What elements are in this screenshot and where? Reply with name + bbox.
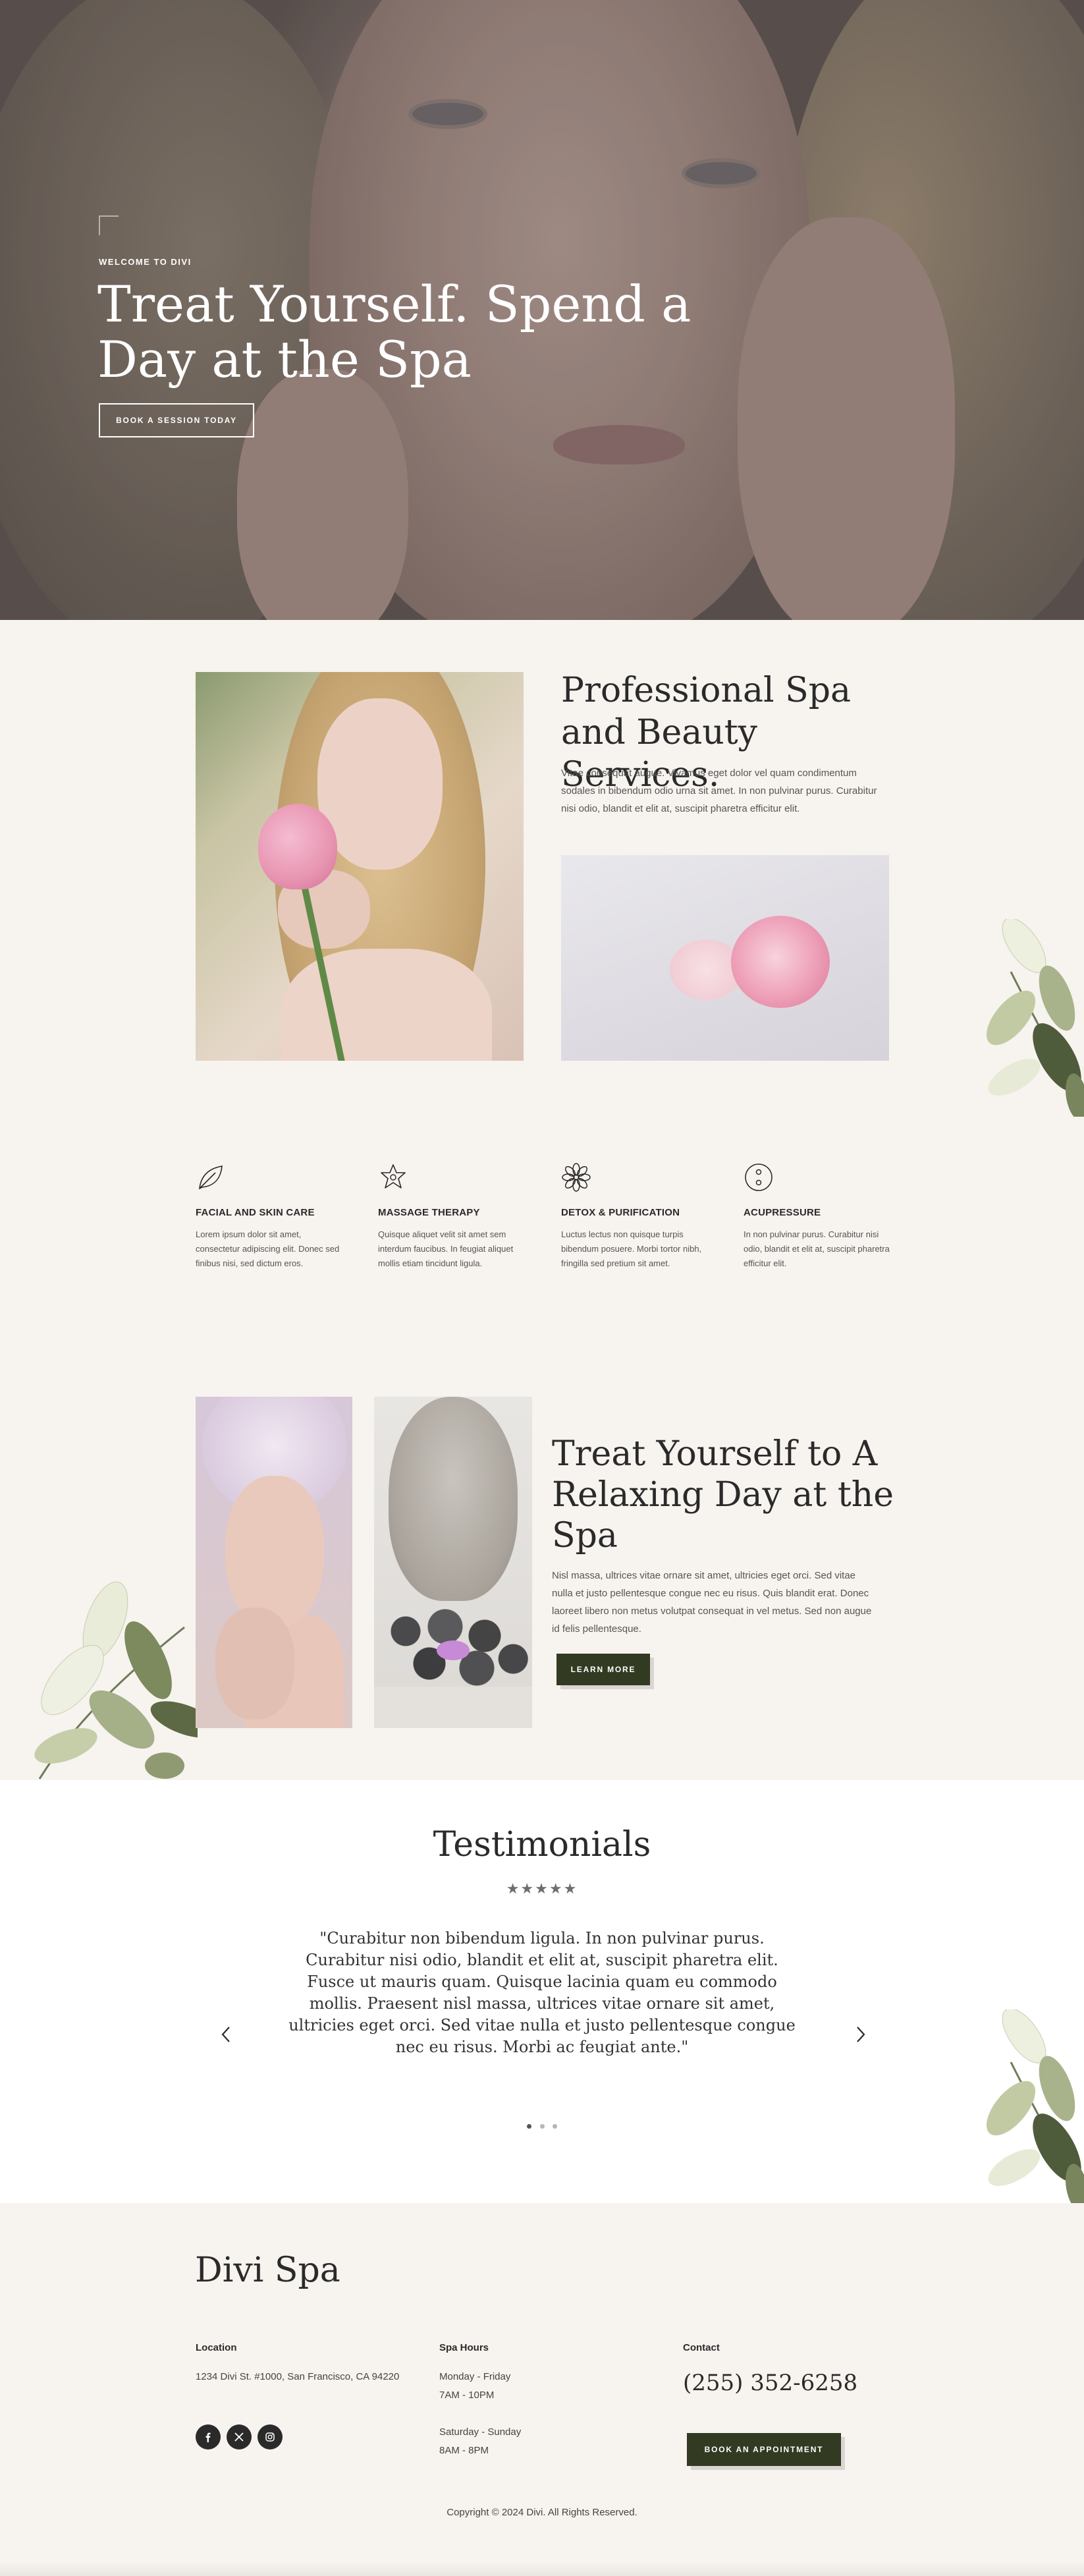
service-title: ACUPRESSURE — [744, 1207, 821, 1218]
photo-buddha-head — [389, 1397, 518, 1601]
book-session-button[interactable]: BOOK A SESSION TODAY — [99, 403, 254, 437]
slider-prev-arrow[interactable] — [216, 2025, 236, 2044]
testimonial-quote: "Curabitur non bibendum ligula. In non p… — [288, 1929, 796, 2056]
chevron-right-icon — [857, 2027, 865, 2042]
contact-heading: Contact — [683, 2342, 720, 2353]
instagram-icon — [265, 2432, 275, 2442]
slider-dot[interactable] — [539, 2123, 545, 2129]
weekday-days: Monday - Friday — [439, 2371, 511, 2382]
service-massage: MASSAGE THERAPY Quisque aliquet velit si… — [378, 1162, 529, 1271]
x-icon — [234, 2432, 244, 2442]
location-address: 1234 Divi St. #1000, San Francisco, CA 9… — [196, 2371, 400, 2382]
slider-dot[interactable] — [527, 2123, 531, 2129]
service-text: Quisque aliquet velit sit amet sem inter… — [378, 1229, 514, 1268]
service-title: FACIAL AND SKIN CARE — [196, 1207, 315, 1218]
testimonials-title: Testimonials — [433, 1825, 651, 1864]
pink-rose-photo — [561, 855, 889, 1061]
photo-rose — [258, 804, 337, 889]
photo-base — [374, 1687, 532, 1728]
photo-face — [225, 1476, 324, 1627]
leaf-icon — [199, 1165, 223, 1190]
footer-brand: Divi Spa — [195, 2251, 340, 2290]
slider-pagination — [527, 2123, 557, 2129]
star-icon — [381, 1164, 406, 1189]
facebook-link[interactable] — [196, 2424, 221, 2450]
photo-hand — [215, 1608, 294, 1720]
photo-body — [281, 949, 492, 1061]
relax-title: Treat Yourself to A Relaxing Day at the … — [552, 1434, 894, 1555]
instagram-link[interactable] — [257, 2424, 283, 2450]
slider-dot[interactable] — [553, 2123, 557, 2129]
service-title: DETOX & PURIFICATION — [561, 1207, 680, 1218]
weekend-hours: 8AM - 8PM — [439, 2445, 489, 2456]
contact-phone[interactable]: (255) 352-6258 — [683, 2370, 857, 2396]
weekend-days: Saturday - Sunday — [439, 2426, 522, 2438]
x-link[interactable] — [227, 2424, 252, 2450]
service-detox: DETOX & PURIFICATION Luctus lectus non q… — [561, 1162, 713, 1271]
rating-stars: ★★★★★ — [506, 1880, 578, 1897]
page-bottom-shadow — [0, 2562, 1084, 2576]
buddha-statue-photo — [374, 1397, 532, 1728]
chevron-left-icon — [221, 2027, 230, 2042]
service-text: Lorem ipsum dolor sit amet, consectetur … — [196, 1229, 340, 1268]
leaf-decoration-left — [34, 1581, 198, 1779]
about-text: Vitae consequat augue. Vivamus eget dolo… — [561, 768, 877, 814]
leaf-decoration-right — [986, 919, 1084, 1117]
hero-corner-accent — [99, 215, 119, 235]
weekday-hours: 7AM - 10PM — [439, 2390, 495, 2401]
photo-rose — [731, 916, 830, 1008]
flower-icon — [562, 1163, 591, 1192]
hero-section: WELCOME TO DIVI Treat Yourself. Spend a … — [0, 0, 1084, 620]
slider-next-arrow[interactable] — [851, 2025, 871, 2044]
woman-towel-photo — [196, 1397, 352, 1728]
book-appointment-button[interactable]: BOOK AN APPOINTMENT — [687, 2433, 841, 2466]
learn-more-button[interactable]: LEARN MORE — [556, 1654, 650, 1685]
copyright: Copyright © 2024 Divi. All Rights Reserv… — [447, 2507, 637, 2518]
service-text: Luctus lectus non quisque turpis bibendu… — [561, 1229, 702, 1268]
service-title: MASSAGE THERAPY — [378, 1207, 480, 1218]
service-acupressure: ACUPRESSURE In non pulvinar purus. Curab… — [744, 1162, 895, 1271]
facebook-icon — [205, 2432, 211, 2442]
hero-kicker: WELCOME TO DIVI — [99, 257, 192, 267]
photo-lotus — [437, 1640, 470, 1660]
woman-with-rose-photo — [196, 672, 524, 1061]
service-text: In non pulvinar purus. Curabitur nisi od… — [744, 1229, 890, 1268]
service-facial: FACIAL AND SKIN CARE Lorem ipsum dolor s… — [196, 1162, 347, 1271]
location-heading: Location — [196, 2342, 237, 2353]
footer — [0, 2203, 1084, 2576]
acupressure-icon — [745, 1163, 772, 1191]
leaf-decoration-right — [986, 2009, 1084, 2203]
hero-title: Treat Yourself. Spend a Day at the Spa — [97, 275, 691, 389]
relax-text: Nisl massa, ultrices vitae ornare sit am… — [552, 1570, 872, 1635]
hours-heading: Spa Hours — [439, 2342, 489, 2353]
